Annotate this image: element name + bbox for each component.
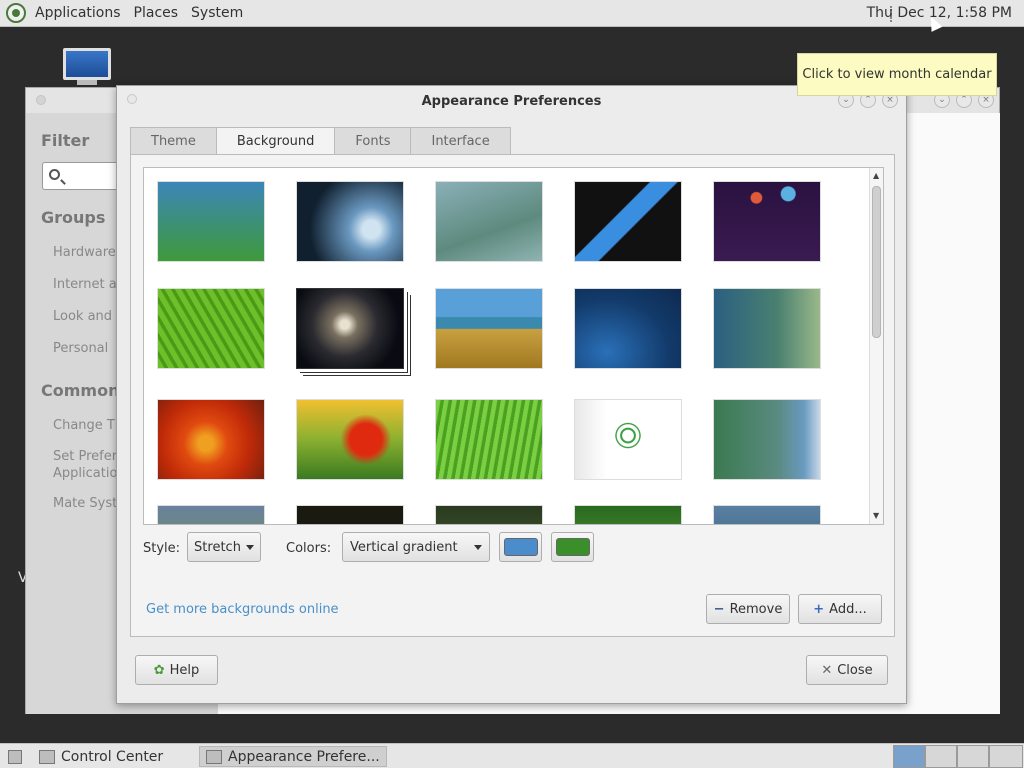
close-button[interactable]: ✕ Close bbox=[806, 655, 888, 685]
colors-value: Vertical gradient bbox=[350, 539, 458, 555]
workspace-1[interactable] bbox=[893, 745, 925, 768]
tab-bar: Theme Background Fonts Interface bbox=[130, 127, 511, 155]
workspace-2[interactable] bbox=[925, 745, 957, 768]
gallery-scrollbar[interactable]: ▲ ▼ bbox=[869, 168, 883, 524]
wallpaper-thumbnail[interactable] bbox=[713, 399, 821, 480]
wallpaper-thumbnail[interactable] bbox=[574, 288, 682, 369]
group-look-and-feel[interactable]: Look and F bbox=[53, 308, 124, 325]
scroll-down-icon[interactable]: ▼ bbox=[873, 511, 879, 520]
mate-logo-icon[interactable] bbox=[6, 3, 26, 23]
wallpaper-thumbnail[interactable] bbox=[574, 181, 682, 262]
task-change-theme[interactable]: Change Th bbox=[53, 417, 123, 434]
chevron-down-icon bbox=[474, 544, 482, 550]
workspace-4[interactable] bbox=[989, 745, 1023, 768]
computer-desktop-icon[interactable] bbox=[63, 48, 111, 86]
style-value: Stretch bbox=[194, 539, 241, 555]
taskbar-label: Control Center bbox=[61, 748, 164, 765]
wallpaper-thumbnail[interactable] bbox=[435, 505, 543, 524]
top-panel: Applications Places System Thu Dec 12, 1… bbox=[0, 0, 1024, 27]
help-label: Help bbox=[169, 662, 200, 678]
secondary-color-swatch bbox=[555, 538, 590, 556]
scroll-up-icon[interactable]: ▲ bbox=[873, 171, 879, 180]
wallpaper-thumbnail[interactable] bbox=[713, 505, 821, 524]
task-mate-system[interactable]: Mate Syste bbox=[53, 495, 125, 512]
help-icon: ✿ bbox=[153, 662, 165, 678]
show-desktop-button[interactable] bbox=[2, 746, 28, 767]
wallpaper-thumbnail[interactable] bbox=[713, 181, 821, 262]
wallpaper-thumbnail[interactable] bbox=[435, 181, 543, 262]
tab-interface[interactable]: Interface bbox=[410, 127, 511, 155]
add-button[interactable]: + Add... bbox=[798, 594, 882, 624]
clock[interactable]: Thu Dec 12, 1:58 PM bbox=[867, 5, 1012, 21]
primary-color-swatch bbox=[503, 538, 538, 556]
tab-fonts[interactable]: Fonts bbox=[334, 127, 412, 155]
minus-icon: − bbox=[713, 601, 725, 617]
style-label: Style: bbox=[143, 541, 181, 556]
dialog-title: Appearance Preferences bbox=[421, 94, 602, 109]
search-icon bbox=[49, 169, 60, 180]
remove-label: Remove bbox=[729, 601, 783, 617]
colors-dropdown[interactable]: Vertical gradient bbox=[342, 532, 490, 562]
system-menu[interactable]: System bbox=[187, 5, 247, 21]
bottom-panel: Control Center Appearance Prefere... bbox=[0, 743, 1024, 768]
task-set-preferred[interactable]: Set Prefer bbox=[53, 448, 117, 465]
add-label: Add... bbox=[829, 601, 867, 617]
group-personal[interactable]: Personal bbox=[53, 340, 108, 357]
wallpaper-thumbnail[interactable] bbox=[435, 288, 543, 369]
clock-tooltip: Click to view month calendar bbox=[797, 53, 997, 96]
wallpaper-thumbnail[interactable] bbox=[435, 399, 543, 480]
groups-heading: Groups bbox=[41, 208, 106, 227]
appearance-icon bbox=[206, 749, 222, 764]
taskbar-appearance-preferences[interactable]: Appearance Prefere... bbox=[199, 746, 387, 767]
help-button[interactable]: ✿ Help bbox=[135, 655, 218, 685]
workspace-3[interactable] bbox=[957, 745, 989, 768]
close-label: Close bbox=[837, 662, 873, 678]
dialog-titlebar[interactable]: Appearance Preferences ⌄ ⌃ × bbox=[117, 86, 906, 116]
wallpaper-thumbnail[interactable] bbox=[296, 181, 404, 262]
close-icon: ✕ bbox=[821, 662, 833, 678]
appearance-preferences-dialog: Appearance Preferences ⌄ ⌃ × Theme Backg… bbox=[116, 85, 907, 704]
colors-label: Colors: bbox=[286, 541, 332, 556]
window-menu-icon[interactable] bbox=[36, 95, 46, 105]
wallpaper-thumbnail[interactable] bbox=[157, 181, 265, 262]
task-applications[interactable]: Applicatio bbox=[53, 465, 117, 482]
wallpaper-thumbnail[interactable] bbox=[157, 505, 265, 524]
applications-menu[interactable]: Applications bbox=[31, 5, 125, 21]
wallpaper-thumbnail[interactable] bbox=[157, 288, 265, 369]
wallpaper-thumbnail[interactable] bbox=[296, 505, 404, 524]
wallpaper-gallery[interactable]: ▲ ▼ bbox=[143, 167, 884, 525]
control-center-icon bbox=[39, 749, 55, 764]
tab-theme[interactable]: Theme bbox=[130, 127, 217, 155]
wallpaper-thumbnail[interactable] bbox=[574, 399, 682, 480]
scrollbar-thumb[interactable] bbox=[872, 186, 881, 338]
secondary-color-button[interactable] bbox=[551, 532, 594, 562]
taskbar-label: Appearance Prefere... bbox=[228, 748, 380, 765]
plus-icon: + bbox=[813, 601, 825, 617]
primary-color-button[interactable] bbox=[499, 532, 542, 562]
group-hardware[interactable]: Hardware bbox=[53, 244, 116, 261]
places-menu[interactable]: Places bbox=[130, 5, 183, 21]
filter-heading: Filter bbox=[41, 131, 90, 150]
taskbar-control-center[interactable]: Control Center bbox=[33, 746, 169, 767]
wallpaper-thumbnail[interactable] bbox=[296, 399, 404, 480]
chevron-down-icon bbox=[245, 544, 254, 550]
wallpaper-thumbnail[interactable] bbox=[574, 505, 682, 524]
style-dropdown[interactable]: Stretch bbox=[187, 532, 261, 562]
remove-button[interactable]: − Remove bbox=[706, 594, 790, 624]
wallpaper-thumbnail-selected[interactable] bbox=[296, 288, 404, 369]
tab-background[interactable]: Background bbox=[215, 127, 336, 155]
group-internet[interactable]: Internet ar bbox=[53, 276, 122, 293]
more-backgrounds-link[interactable]: Get more backgrounds online bbox=[146, 602, 339, 617]
wallpaper-thumbnail[interactable] bbox=[713, 288, 821, 369]
wallpaper-thumbnail[interactable] bbox=[157, 399, 265, 480]
background-tab-panel: ▲ ▼ Style: Stretch Colors: Vertical grad… bbox=[130, 154, 895, 637]
desktop-icon bbox=[8, 749, 22, 764]
